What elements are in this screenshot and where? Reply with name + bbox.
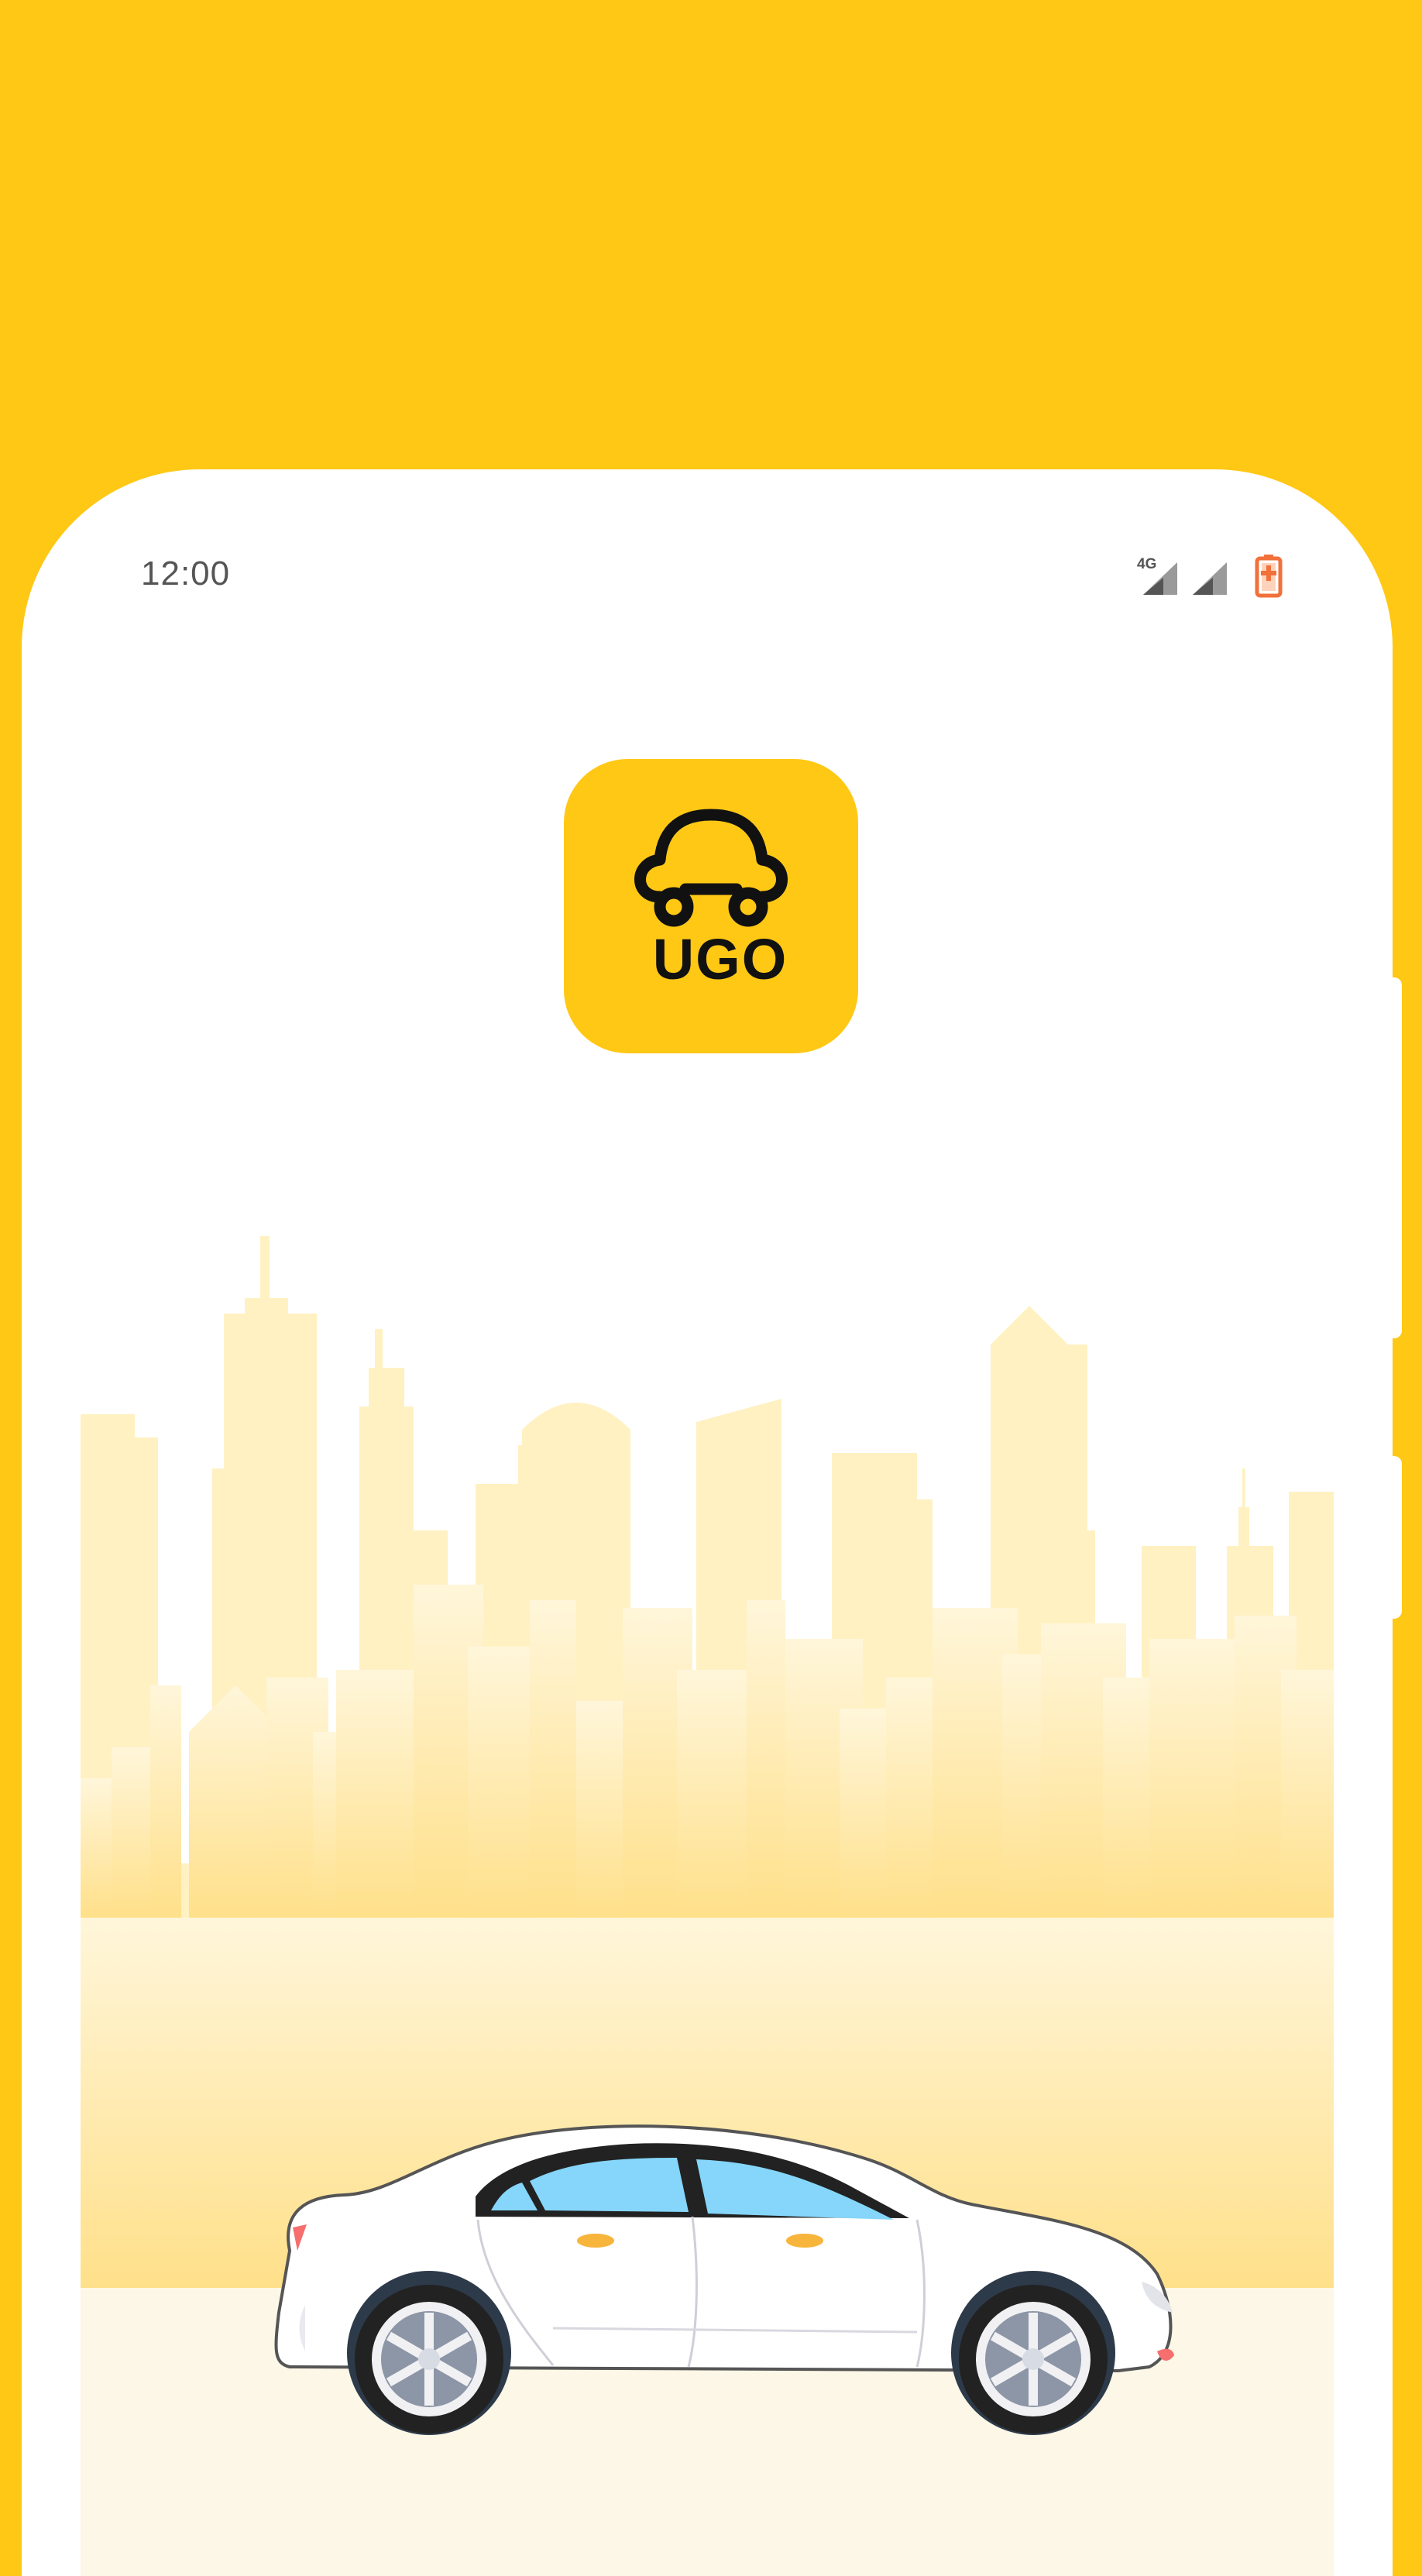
network-type-label: 4G — [1137, 556, 1156, 572]
4g-signal-icon: 4G — [1137, 556, 1177, 595]
logo-text: UGO — [653, 927, 788, 991]
volume-button — [1393, 977, 1402, 1338]
status-bar: 12:00 4G — [22, 469, 1393, 686]
city-scene-illustration — [81, 1236, 1334, 2576]
front-wheel — [951, 2271, 1115, 2435]
phone-screen: 12:00 4G UGO — [22, 469, 1393, 2576]
app-logo: UGO — [564, 759, 858, 1053]
status-time: 12:00 — [141, 555, 231, 592]
signal-icon — [1193, 562, 1227, 595]
rear-wheel — [347, 2271, 511, 2435]
battery-charging-icon — [1255, 555, 1283, 598]
status-icons: 4G — [1137, 555, 1283, 598]
power-button — [1393, 1456, 1402, 1619]
